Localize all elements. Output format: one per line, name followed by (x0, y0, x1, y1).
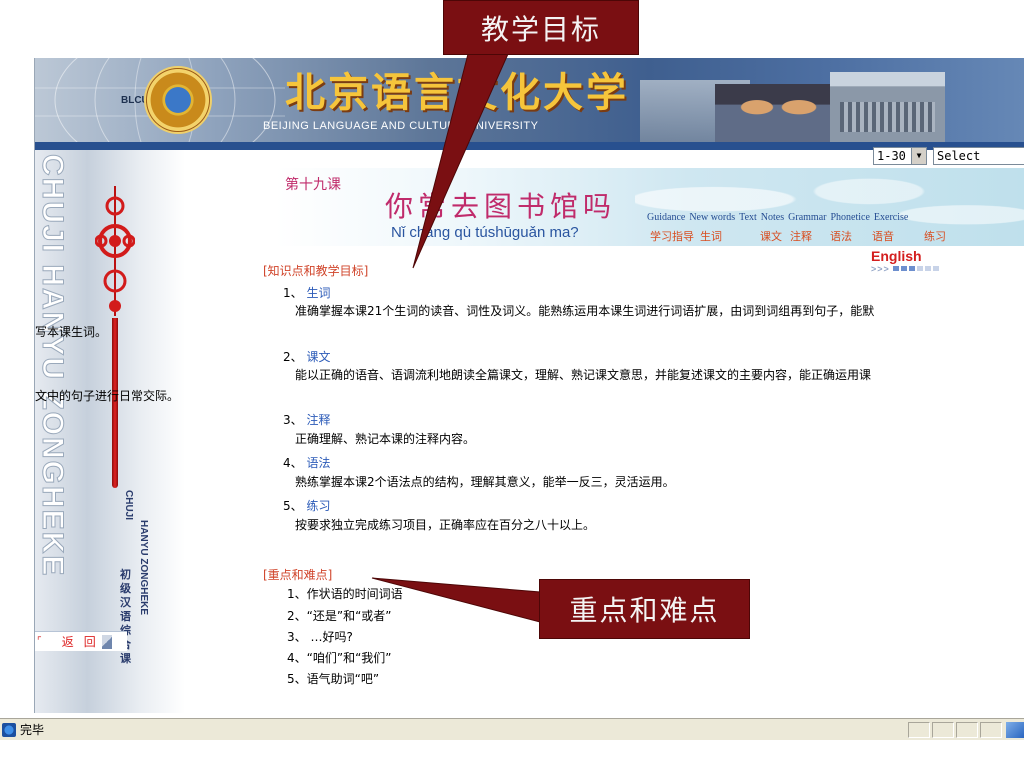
lesson-content: [知识点和教学目标] 1、 生词 准确掌握本课21个生词的读音、词性及词义。能熟… (35, 58, 1024, 713)
callout-teaching-objectives: 教学目标 (443, 0, 639, 55)
nav-new-words-en[interactable]: New words (689, 212, 735, 223)
keypoint-3: 3、 …好吗? (287, 630, 353, 644)
objective-5-number: 5、 (283, 499, 303, 513)
nav-exercise-cn[interactable]: 练习 (924, 228, 946, 244)
status-cell-4 (980, 722, 1002, 738)
status-cell-3 (956, 722, 978, 738)
browser-status-bar: 完毕 (0, 718, 1024, 740)
browser-viewport: BLCU 北京语言文化大学 BEIJING LANGUAGE AND CULTU… (34, 58, 1024, 713)
objective-1-number: 1、 (283, 286, 303, 300)
objective-4-number: 4、 (283, 456, 303, 470)
nav-new-words-cn[interactable]: 生词 (700, 228, 760, 244)
objective-4-line-1: 熟练掌握本课2个语法点的结构，理解其意义，能举一反三，灵活运用。 (295, 475, 675, 489)
nav-guidance-cn[interactable]: 学习指导 (650, 228, 700, 244)
keypoint-2: 2、“还是”和“或者” (287, 609, 392, 623)
internet-zone-icon (1006, 722, 1024, 738)
objective-3: 3、 注释 (283, 411, 330, 428)
lesson-pinyin: Nǐ cháng qù túshūguǎn ma? (391, 224, 579, 241)
objective-3-line-1: 正确理解、熟记本课的注释内容。 (295, 432, 476, 446)
ie-page-icon (2, 722, 16, 737)
keypoint-1: 1、作状语的时间词语 (287, 587, 403, 601)
screen: 教学目标 重点和难点 BLCU 北京语言文化大学 BEIJING LANGUAG… (0, 0, 1024, 768)
objective-1-link[interactable]: 生词 (306, 286, 330, 300)
nav-exercise-en[interactable]: Exercise (874, 212, 908, 223)
status-cell-2 (932, 722, 954, 738)
objective-2-line-1: 能以正确的语音、语调流利地朗读全篇课文，理解、熟记课文意思，并能复述课文的主要内… (295, 368, 872, 382)
objective-2-link[interactable]: 课文 (306, 350, 330, 364)
status-text: 完毕 (20, 723, 45, 737)
status-cell-1 (908, 722, 930, 738)
objective-4-link[interactable]: 语法 (306, 456, 330, 470)
objective-1-line-1: 准确掌握本课21个生词的读音、词性及词义。能熟练运用本课生词进行词语扩展，由词到… (295, 304, 875, 318)
nav-notes-en[interactable]: Notes (761, 212, 784, 223)
objective-2-number: 2、 (283, 350, 303, 364)
objective-5-link[interactable]: 练习 (306, 499, 330, 513)
nav-text-en[interactable]: Text (739, 212, 757, 223)
lesson-title: 你常去图书馆吗 (385, 190, 617, 223)
nav-chinese: 学习指导 生词 课文 注释 语法 语音 练习 (650, 228, 946, 244)
nav-grammar-en[interactable]: Grammar (788, 212, 826, 223)
nav-phonetics-cn[interactable]: 语音 (872, 228, 924, 244)
objective-1-line-2: 写本课生词。 (35, 325, 108, 339)
nav-english: Guidance New words Text Notes Grammar Ph… (647, 212, 908, 223)
objective-2-line-2: 文中的句子进行日常交际。 (35, 389, 180, 403)
lesson-number: 第十九课 (285, 177, 341, 193)
objective-2: 2、 课文 (283, 348, 330, 365)
keypoints-heading: [重点和难点] (263, 568, 333, 582)
nav-text-cn[interactable]: 课文 (760, 228, 790, 244)
nav-phonetics-en[interactable]: Phonetice (830, 212, 869, 223)
keypoint-5: 5、语气助词“吧” (287, 672, 380, 686)
objective-1: 1、 生词 (283, 284, 330, 301)
nav-guidance-en[interactable]: Guidance (647, 212, 685, 223)
objective-5: 5、 练习 (283, 497, 330, 514)
objective-4: 4、 语法 (283, 454, 330, 471)
nav-notes-cn[interactable]: 注释 (790, 228, 830, 244)
objectives-heading: [知识点和教学目标] (263, 264, 369, 278)
callout-key-points: 重点和难点 (539, 579, 750, 639)
keypoint-4: 4、“咱们”和“我们” (287, 651, 392, 665)
objective-5-line-1: 按要求独立完成练习项目，正确率应在百分之八十以上。 (295, 518, 596, 532)
objective-3-number: 3、 (283, 413, 303, 427)
objective-3-link[interactable]: 注释 (306, 413, 330, 427)
nav-grammar-cn[interactable]: 语法 (830, 228, 872, 244)
